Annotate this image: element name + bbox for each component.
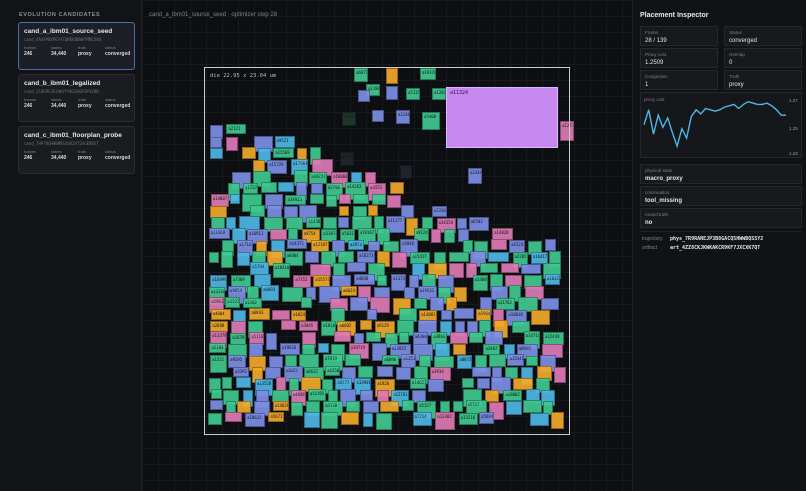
continuation-field: continuation tool_missing xyxy=(640,186,802,206)
candidate-card-legalized[interactable]: cand_b_ibm01_legalized cand_21BSRC3V3AKY… xyxy=(18,74,135,122)
candidate-hash: cand_4AXAPBXPEYATDKKKB8WATMNCX8Q xyxy=(24,37,102,42)
overlap-stat: Overlap 0 xyxy=(724,48,802,68)
die-label: die 22.95 x 23.04 um xyxy=(210,73,277,79)
candidate-hash: cand_7HP7BGH9BMBS49X2AT2SGEMXST xyxy=(24,141,99,146)
truth-label: truth xyxy=(78,97,87,102)
truth-value: proxy xyxy=(78,155,92,161)
candidate-card-floorplan-probe[interactable]: cand_c_ibm01_floorplan_probe cand_7HP7BG… xyxy=(18,126,135,174)
stat-label: Frame xyxy=(645,30,659,35)
die-boundary xyxy=(204,67,570,435)
stat-label: Proxy cost xyxy=(645,52,667,57)
placement-canvas[interactable]: cand_a_ibm01_source_seed · optimizer ste… xyxy=(142,0,632,491)
proxy-cost-stat: Proxy cost 1.2509 xyxy=(640,48,718,68)
truth-value: proxy xyxy=(78,51,92,57)
stat-value: 0 xyxy=(729,60,733,66)
trajectory-value[interactable]: phys_7R9RANEJP3B8GACQ5HWWBQSSY2 xyxy=(670,236,763,242)
candidate-name: cand_a_ibm01_source_seed xyxy=(24,28,113,35)
states-value: 34,440 xyxy=(51,103,67,109)
frames-label: frames xyxy=(24,45,37,50)
stat-value: 28 / 139 xyxy=(645,38,667,44)
y-tick-max: 1.27 xyxy=(789,98,798,103)
y-tick-min: 1.23 xyxy=(789,151,798,156)
candidates-sidebar: EVOLUTION CANDIDATES cand_a_ibm01_source… xyxy=(0,0,142,491)
inspector-title: Placement Inspector xyxy=(640,12,709,19)
routed-truth-field: routed truth no xyxy=(640,208,802,228)
divider xyxy=(640,231,802,232)
frames-label: frames xyxy=(24,97,37,102)
frames-value: 246 xyxy=(24,103,33,109)
states-value: 34,440 xyxy=(51,51,67,57)
frame-stat: Frame 28 / 139 xyxy=(640,26,718,46)
field-value: macro_proxy xyxy=(645,176,683,182)
frames-label: frames xyxy=(24,149,37,154)
artifact-value[interactable]: art_4ZZ8CKJKWKAKCR9KF7JXCXK7QT xyxy=(670,245,760,251)
frames-value: 246 xyxy=(24,155,33,161)
trajectory-label: trajectory xyxy=(642,236,663,242)
field-value: tool_missing xyxy=(645,198,683,204)
artifact-row: artifact art_4ZZ8CKJKWKAKCR9KF7JXCXK7QT xyxy=(642,245,760,251)
field-label: routed truth xyxy=(645,212,669,217)
candidate-name: cand_b_ibm01_legalized xyxy=(24,80,101,87)
physical-state-field: physical state macro_proxy xyxy=(640,164,802,184)
status-value: converged xyxy=(105,155,131,161)
truth-label: truth xyxy=(78,45,87,50)
congestion-stat: Congestion 1 xyxy=(640,70,718,90)
stat-value: converged xyxy=(729,38,758,44)
artifact-label: artifact xyxy=(642,245,658,251)
field-label: physical state xyxy=(645,168,673,173)
status-value: converged xyxy=(105,51,131,57)
truth-stat: Truth proxy xyxy=(724,70,802,90)
stat-label: Congestion xyxy=(645,74,668,79)
candidate-hash: cand_21BSRC3V3AKYF9KZGXQF8Y6VBN xyxy=(24,89,99,94)
proxy-cost-chart: proxy cost 1.27 1.25 1.23 xyxy=(640,92,802,158)
states-label: states xyxy=(51,45,62,50)
frames-value: 246 xyxy=(24,51,33,57)
trajectory-row: trajectory phys_7R9RANEJP3B8GACQ5HWWBQSSY… xyxy=(642,236,763,242)
stat-label: Status xyxy=(729,30,742,35)
sidebar-header: EVOLUTION CANDIDATES xyxy=(19,12,101,18)
y-tick-mid: 1.25 xyxy=(789,126,798,131)
proxy-cost-series-line xyxy=(643,100,786,149)
field-value: no xyxy=(645,220,653,226)
status-label: status xyxy=(105,45,116,50)
truth-label: truth xyxy=(78,149,87,154)
status-label: status xyxy=(105,149,116,154)
states-label: states xyxy=(51,97,62,102)
stat-label: Truth xyxy=(729,74,740,79)
candidate-name: cand_c_ibm01_floorplan_probe xyxy=(24,132,122,139)
stat-value: 1 xyxy=(645,82,649,88)
status-value: converged xyxy=(105,103,131,109)
placement-inspector: Placement Inspector Frame 28 / 139 Statu… xyxy=(632,0,806,491)
proxy-cost-chart-svg: proxy cost 1.27 1.25 1.23 xyxy=(643,97,798,156)
states-label: states xyxy=(51,149,62,154)
candidate-card-source-seed[interactable]: cand_a_ibm01_source_seed cand_4AXAPBXPEY… xyxy=(18,22,135,70)
stat-value: 1.2509 xyxy=(645,60,664,66)
field-label: continuation xyxy=(645,190,670,195)
stat-label: Overlap xyxy=(729,52,745,57)
status-stat: Status converged xyxy=(724,26,802,46)
status-label: status xyxy=(105,97,116,102)
states-value: 34,440 xyxy=(51,155,67,161)
stat-value: proxy xyxy=(729,82,744,88)
chart-label: proxy cost xyxy=(644,97,665,102)
truth-value: proxy xyxy=(78,103,92,109)
